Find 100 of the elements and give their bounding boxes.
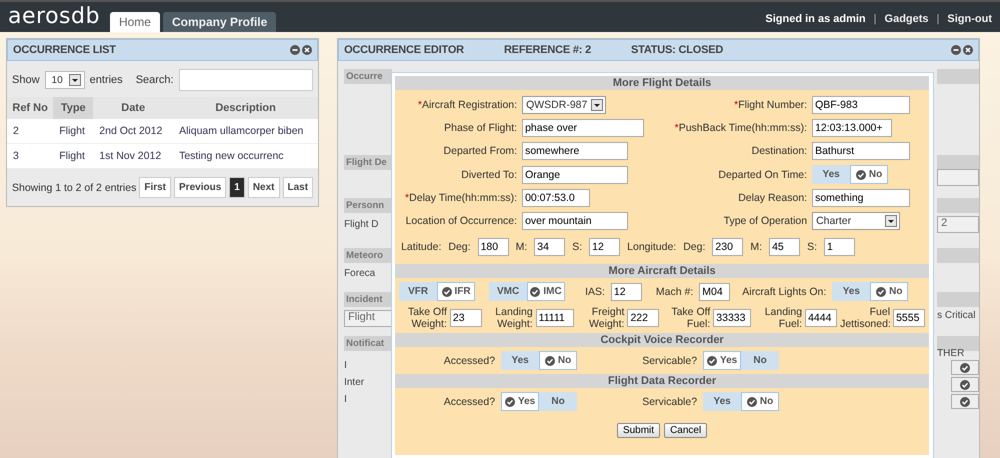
field-label: M: (516, 241, 528, 253)
nav-tab[interactable]: Company Profile (162, 12, 276, 32)
check-button[interactable] (951, 377, 980, 392)
close-icon[interactable] (302, 45, 312, 55)
close-icon[interactable] (963, 45, 974, 55)
nav-tab[interactable]: Home (110, 12, 160, 32)
field-label: Deg: (683, 241, 706, 253)
select-field[interactable]: QWSDR-987 (522, 96, 606, 114)
input-field[interactable]: 33333 (713, 309, 752, 327)
field-label: Departed From: (442, 145, 518, 157)
field-label: Freight Weight: (588, 306, 624, 330)
input-field[interactable]: something (812, 189, 910, 207)
input-field[interactable]: 45 (769, 238, 800, 256)
field-label: Accessed? (442, 354, 496, 366)
input-field[interactable]: 23 (450, 309, 482, 327)
field-label: *Aircraft Registration: (416, 99, 518, 111)
toggle-option[interactable]: IMC (527, 282, 566, 301)
toggle-option[interactable]: No (741, 392, 780, 411)
toggle-option[interactable]: No (539, 392, 578, 411)
input-field[interactable]: 34 (534, 238, 566, 256)
toggle-option[interactable]: No (870, 282, 908, 301)
input-field[interactable]: 222 (627, 309, 660, 327)
panel-title: OCCURRENCE LIST (13, 44, 116, 56)
field-label: Inter (344, 377, 366, 390)
field-label: Location of Occurrence: (404, 215, 518, 227)
input-field[interactable]: M04 (699, 282, 730, 300)
toggle-option[interactable]: Yes (501, 392, 540, 411)
section-header: Personn (344, 198, 392, 213)
input-field[interactable] (937, 169, 980, 186)
input-field[interactable]: somewhere (522, 142, 628, 160)
table-info: Showing 1 to 2 of 2 entries (12, 182, 136, 194)
select-field[interactable]: Charter (812, 212, 900, 230)
input-field[interactable]: 5555 (893, 309, 926, 327)
section-header: Cockpit Voice Recorder (395, 333, 930, 347)
check-button[interactable] (951, 394, 980, 409)
check-icon (960, 362, 970, 372)
header-link[interactable]: Sign-out (947, 13, 992, 25)
field-label: S: (572, 241, 582, 253)
field-label: Take Off Weight: (406, 306, 447, 330)
input-field[interactable]: 12 (610, 282, 642, 300)
toggle-option[interactable]: IFR (437, 282, 476, 301)
column-header[interactable]: Type (53, 97, 94, 119)
input-field[interactable]: Bathurst (812, 142, 910, 160)
toggle-option[interactable]: VFR (399, 282, 438, 301)
form-button[interactable]: Cancel (664, 423, 708, 438)
column-header[interactable]: Ref No (7, 97, 54, 119)
input-field[interactable]: Flight (344, 310, 392, 327)
input-field[interactable]: 11111 (536, 309, 574, 327)
field-label: Diverted To: (460, 168, 518, 180)
toggle-option[interactable]: No (539, 351, 578, 370)
input-field[interactable]: Orange (522, 166, 628, 184)
toggle-option[interactable]: Yes (703, 351, 742, 370)
field-label: Phase of Flight: (443, 122, 518, 134)
input-field[interactable]: 00:07:53.0 (522, 189, 590, 207)
pager-button[interactable]: Last (282, 177, 314, 198)
minimize-icon[interactable] (290, 45, 300, 55)
search-field[interactable] (178, 69, 314, 91)
input-field[interactable]: 4444 (805, 309, 838, 327)
table-cell: 2 (7, 119, 54, 144)
pager-button[interactable]: 1 (229, 177, 245, 198)
input-field[interactable]: 1 (824, 238, 855, 256)
field-label: THER (937, 348, 966, 361)
section-header: Occurre (344, 69, 392, 84)
header-link[interactable]: Gadgets (884, 13, 929, 25)
table-cell: 3 (7, 144, 54, 168)
column-header[interactable]: Date (93, 97, 174, 119)
column-header[interactable]: Description (173, 97, 318, 119)
section-header: Flight De (344, 155, 392, 170)
check-button[interactable] (951, 360, 980, 375)
field-label: I (344, 394, 348, 407)
field-label: Longitude: (627, 241, 676, 253)
input-field[interactable]: 230 (712, 238, 744, 256)
pager-button[interactable]: First (139, 177, 172, 198)
toggle-option[interactable]: No (741, 351, 780, 370)
search-label: Search: (136, 74, 174, 86)
field-label: Servicable? (641, 354, 698, 366)
field-label: Destination: (750, 145, 808, 157)
input-field[interactable]: 180 (478, 238, 509, 256)
input-field[interactable]: 12:03:13.000+ (812, 119, 892, 137)
toggle-option[interactable]: No (850, 165, 888, 184)
input-field[interactable]: 12 (589, 238, 620, 256)
toggle-option[interactable]: Yes (703, 392, 742, 411)
input-field[interactable]: QBF-983 (812, 96, 910, 114)
toggle-option[interactable]: Yes (501, 351, 540, 370)
input-field[interactable]: over mountain (522, 212, 628, 230)
field-label: Fuel Jettisoned: (840, 306, 890, 330)
separator: | (874, 13, 877, 25)
page-size-select[interactable]: 10 (44, 71, 85, 89)
input-field[interactable]: phase over (522, 119, 644, 137)
reference-number: REFERENCE #: 2 (504, 44, 591, 56)
toggle-option[interactable]: Yes (832, 282, 870, 301)
pager-button[interactable]: Next (248, 177, 280, 198)
toggle-option[interactable]: VMC (489, 282, 528, 301)
minimize-icon[interactable] (951, 45, 962, 55)
form-button[interactable]: Submit (616, 423, 660, 438)
pager-button[interactable]: Previous (174, 177, 226, 198)
input-field[interactable]: 2 (937, 216, 980, 233)
field-label: Delay Reason: (737, 192, 808, 204)
toggle-option[interactable]: Yes (812, 165, 850, 184)
table-cell: Aliquam ullamcorper biben (173, 119, 318, 144)
